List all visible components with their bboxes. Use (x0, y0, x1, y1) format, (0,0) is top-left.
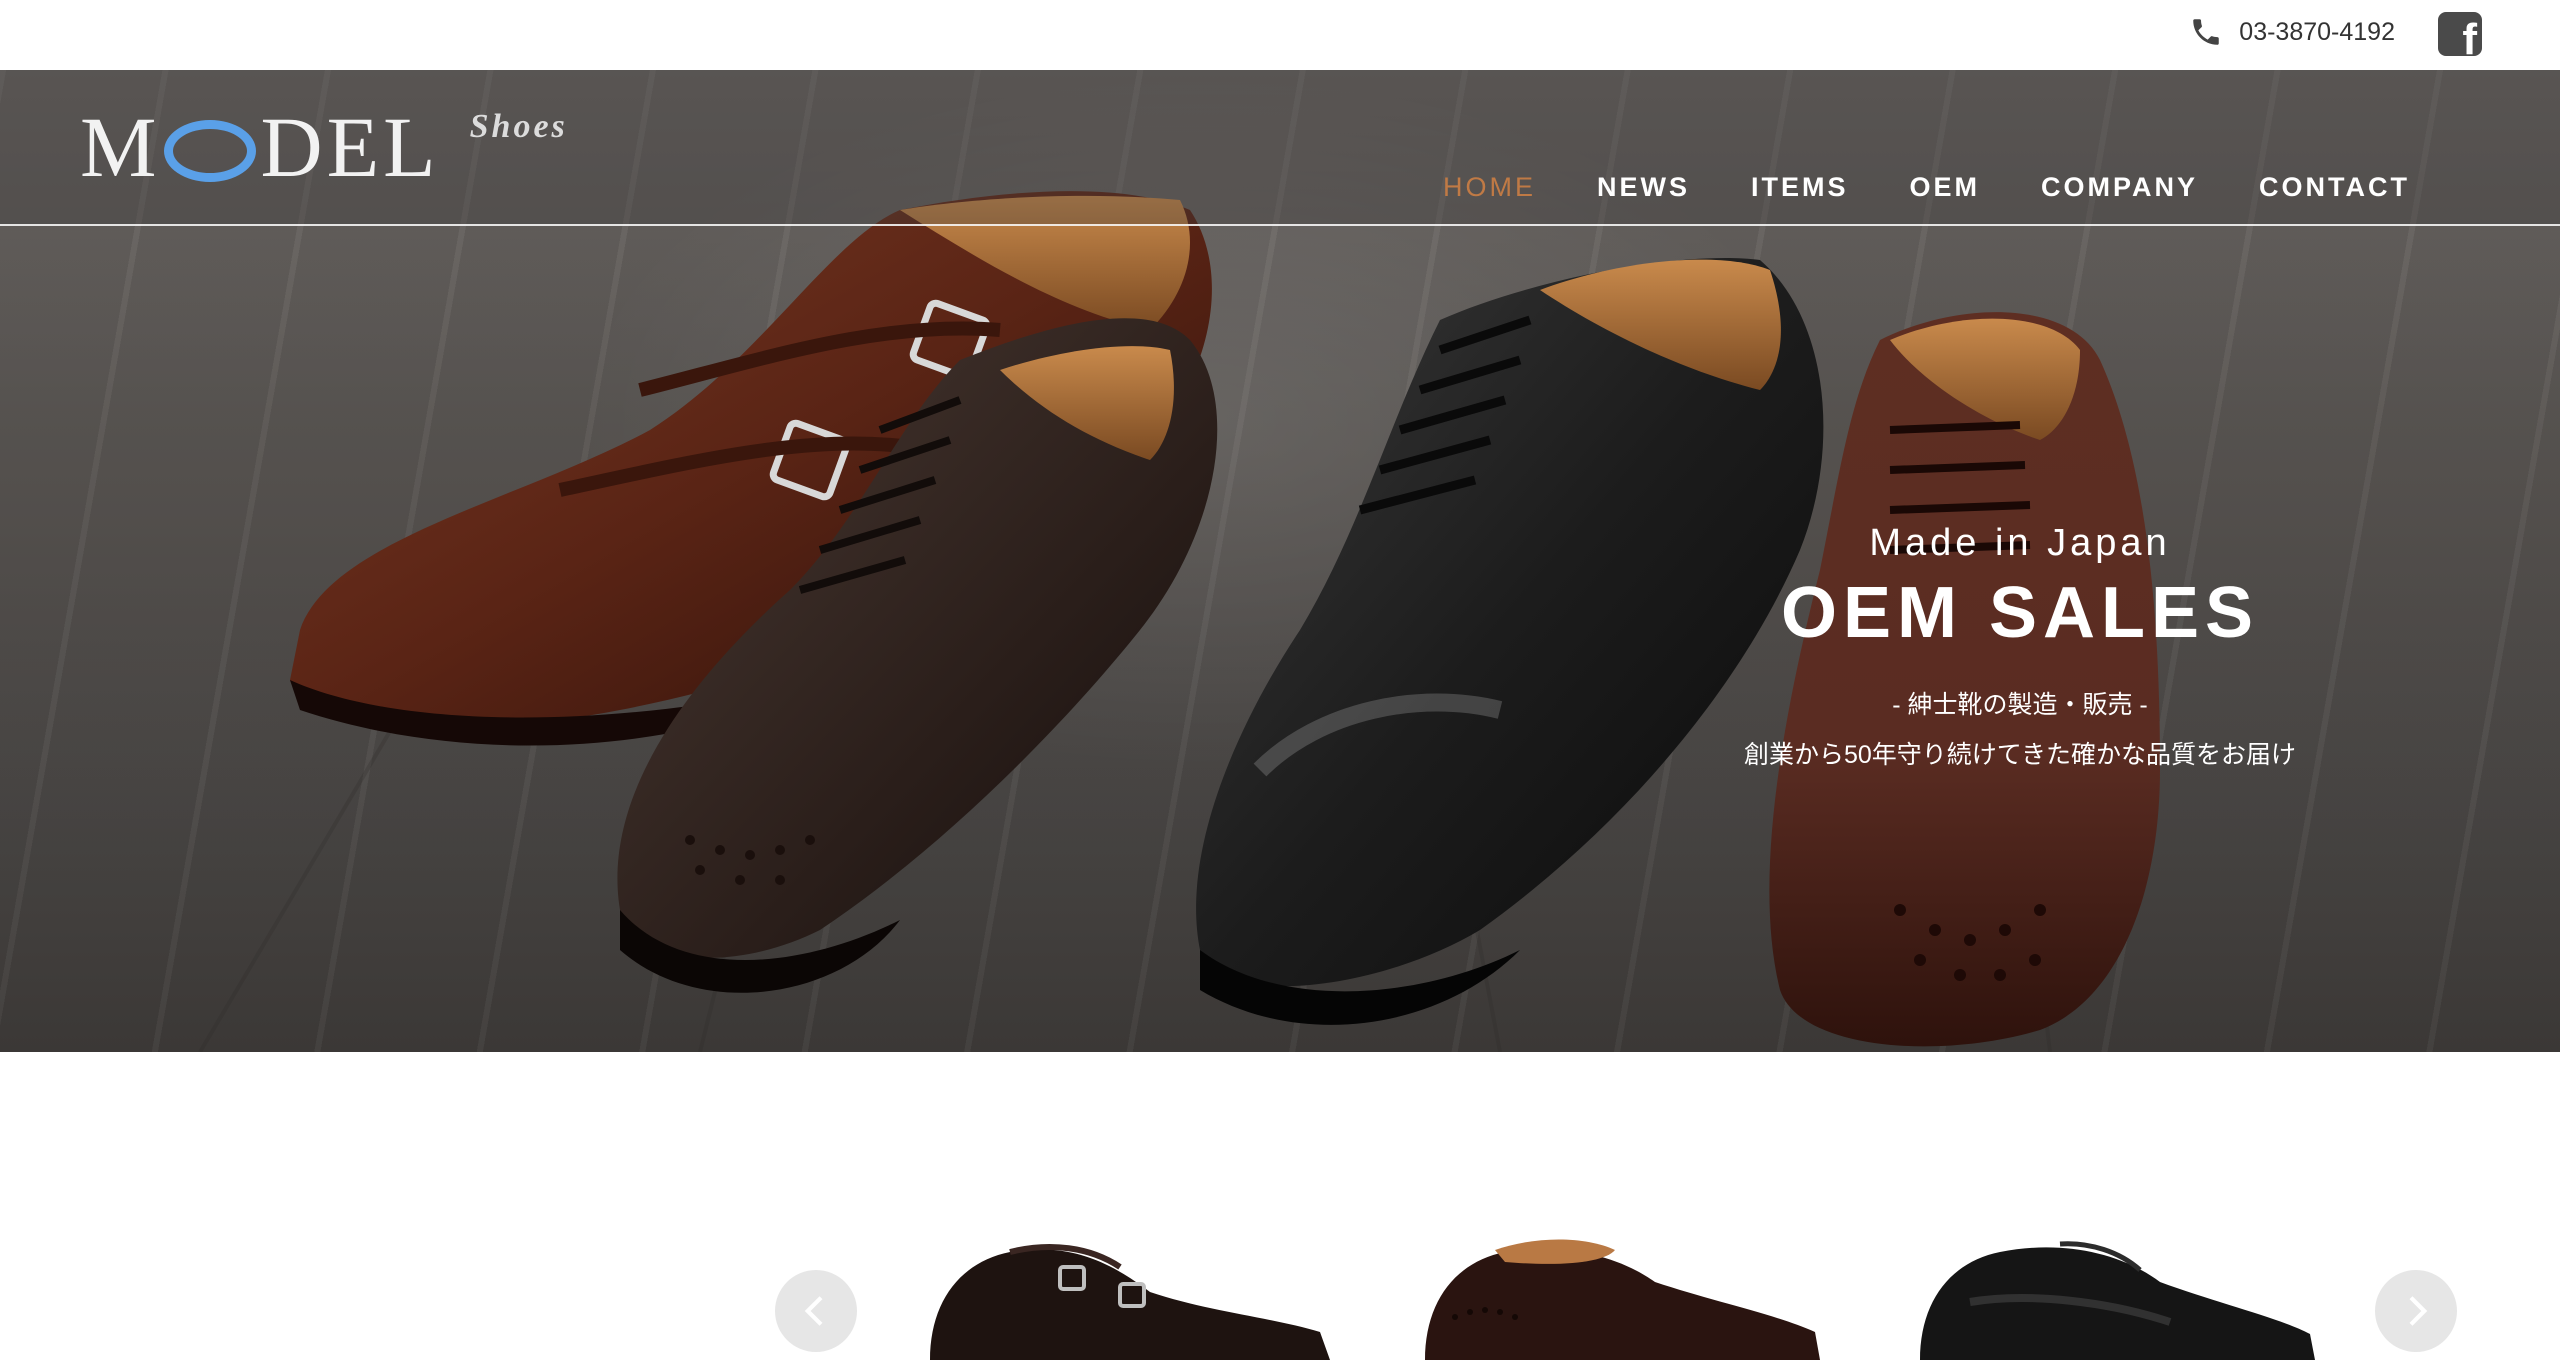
main-nav: HOME NEWS ITEMS OEM COMPANY CONTACT (1443, 172, 2410, 203)
hero-subtitle-2: 創業から50年守り続けてきた確かな品質をお届け (1743, 741, 2297, 769)
brogue-oxford-shoe-image (1425, 1239, 1820, 1360)
hero-title: OEM SALES (1780, 573, 2260, 653)
logo-ring-icon (164, 120, 257, 182)
product-carousel (0, 1052, 2560, 1360)
hero-subtitle-1: - 紳士靴の製造・販売 - (1892, 691, 2148, 719)
logo-text-m: M (80, 99, 161, 195)
logo-text-del: DEL (260, 99, 440, 195)
product-item-1[interactable] (920, 1222, 1340, 1360)
chevron-right-icon (2409, 1296, 2428, 1326)
hero-copy: Made in Japan OEM SALES - 紳士靴の製造・販売 - 創業… (1680, 522, 2360, 771)
top-bar: 03-3870-4192 f (0, 0, 2560, 70)
hero-banner: M DEL Shoes HOME NEWS ITEMS OEM COMPANY … (0, 70, 2560, 1052)
carousel-prev-button[interactable] (775, 1270, 857, 1352)
nav-home[interactable]: HOME (1443, 172, 1536, 203)
black-derby-shoe-image (1920, 1241, 2315, 1360)
facebook-icon[interactable]: f (2438, 12, 2482, 56)
product-item-2[interactable] (1415, 1222, 1835, 1360)
logo-subtext: Shoes (469, 108, 568, 145)
phone-contact[interactable]: 03-3870-4192 (2189, 14, 2395, 50)
nav-oem[interactable]: OEM (1909, 172, 1980, 203)
phone-number[interactable]: 03-3870-4192 (2239, 18, 2395, 47)
nav-items[interactable]: ITEMS (1751, 172, 1849, 203)
double-monk-shoe-image (930, 1244, 1330, 1360)
nav-news[interactable]: NEWS (1597, 172, 1690, 203)
site-logo[interactable]: M DEL Shoes (80, 100, 568, 190)
nav-contact[interactable]: CONTACT (2259, 172, 2410, 203)
phone-icon (2189, 15, 2223, 49)
logo-wordmark: M DEL (80, 104, 440, 190)
site-header: M DEL Shoes HOME NEWS ITEMS OEM COMPANY … (0, 70, 2560, 226)
nav-company[interactable]: COMPANY (2041, 172, 2198, 203)
chevron-left-icon (804, 1296, 823, 1326)
carousel-next-button[interactable] (2375, 1270, 2457, 1352)
hero-tagline: Made in Japan (1869, 522, 2171, 564)
product-item-3[interactable] (1910, 1222, 2330, 1360)
